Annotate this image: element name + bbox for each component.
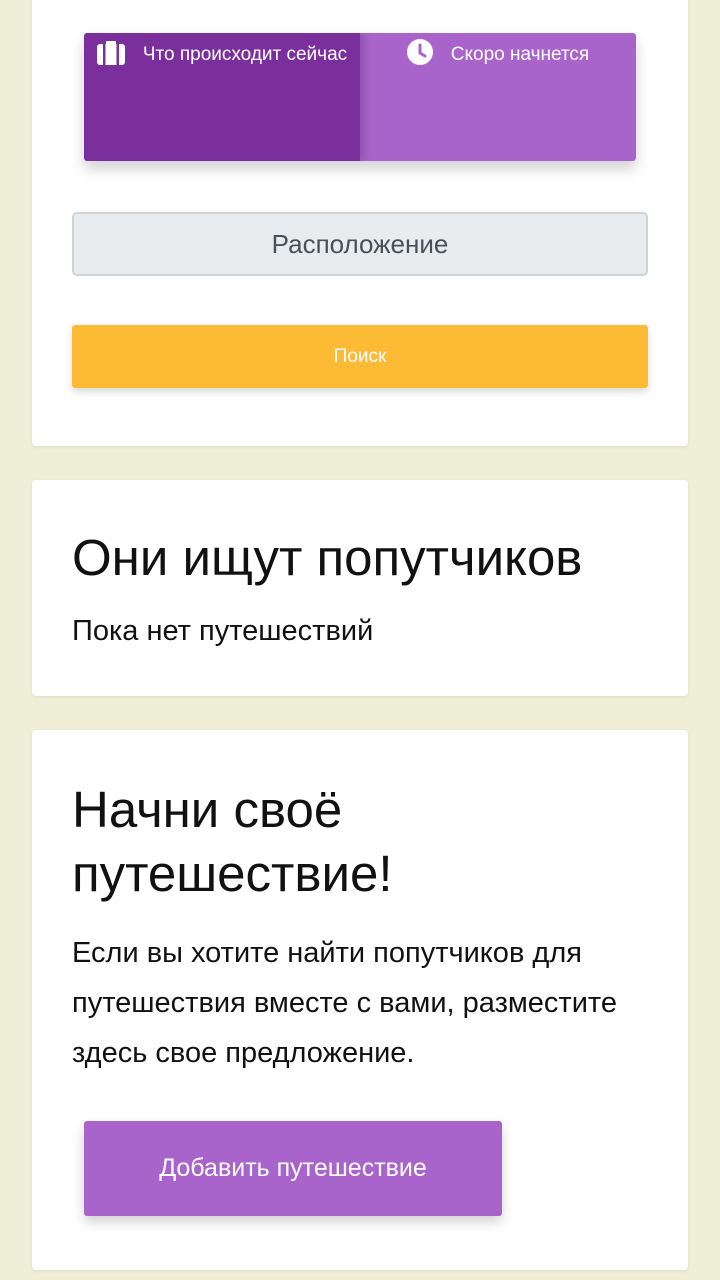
add-trip-button[interactable]: Добавить путешествие xyxy=(84,1121,502,1216)
tab-happening-now[interactable]: Что происходит сейчас xyxy=(84,33,360,161)
search-button[interactable]: Поиск xyxy=(72,325,648,388)
start-trip-title: Начни своё путешествие! xyxy=(72,781,393,902)
tab-happening-now-label: Что происходит сейчас xyxy=(142,44,348,65)
companions-card: Они ищут попутчиков Пока нет путешествий xyxy=(32,480,688,696)
start-trip-card: Начни своё путешествие! Если вы хотите н… xyxy=(32,730,688,1270)
tab-starting-soon-label: Скоро начнется xyxy=(450,44,590,65)
time-filter-tabs: Что происходит сейчас Скоро начнется xyxy=(84,33,636,161)
companions-title: Они ищут попутчиков xyxy=(72,529,583,586)
location-input[interactable] xyxy=(72,212,648,276)
no-trips-text: Пока нет путешествий xyxy=(72,615,374,647)
suitcase-icon xyxy=(96,41,125,76)
start-trip-description: Если вы хотите найти попутчиков для путе… xyxy=(72,937,617,1069)
search-card: Что происходит сейчас Скоро начнется Пои… xyxy=(32,0,688,446)
clock-icon xyxy=(406,39,433,76)
tab-starting-soon[interactable]: Скоро начнется xyxy=(360,33,636,161)
